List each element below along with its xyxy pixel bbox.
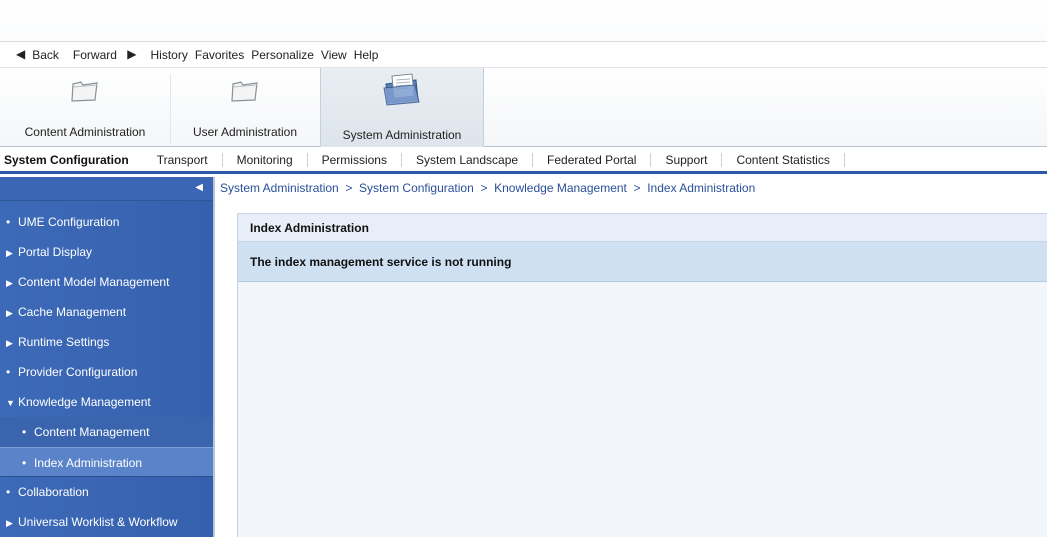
view-menu[interactable]: View [321, 48, 347, 62]
forward-button[interactable]: Forward ▶ [73, 46, 144, 62]
tab-system-configuration[interactable]: System Configuration [0, 153, 143, 167]
nav-item-cache-management[interactable]: ▶ Cache Management [0, 297, 213, 327]
favorites-menu[interactable]: Favorites [195, 48, 244, 62]
nav-item-content-model-management[interactable]: ▶ Content Model Management [0, 267, 213, 297]
personalize-menu[interactable]: Personalize [251, 48, 314, 62]
browser-top-band [0, 0, 1047, 42]
detailed-navigation-panel: ◀ • UME Configuration ▶ Portal Display ▶ Co… [0, 177, 213, 537]
nav-item-knowledge-management[interactable]: ▼ Knowledge Management [0, 387, 213, 417]
documents-folder-icon [382, 72, 422, 109]
back-button[interactable]: ◀ Back [16, 46, 66, 62]
nav-item-index-administration[interactable]: • Index Administration [0, 447, 213, 477]
nav-item-content-management[interactable]: • Content Management [0, 417, 213, 447]
nav-item-collaboration[interactable]: • Collaboration [0, 477, 213, 507]
bullet-icon: • [6, 365, 11, 379]
second-level-navigation: System Configuration Transport Monitorin… [0, 148, 1047, 174]
content-area: Index Administration The index managemen… [237, 213, 1047, 537]
expand-arrow-icon: ▶ [6, 338, 13, 348]
nav-item-ume-configuration[interactable]: • UME Configuration [0, 207, 213, 237]
expand-arrow-icon: ▶ [6, 518, 13, 528]
nav-panel-divider [213, 177, 215, 537]
page-title: Index Administration [238, 214, 1047, 242]
portal-menubar: ◀ Back Forward ▶ History Favorites Person… [0, 42, 1047, 68]
history-menu[interactable]: History [151, 48, 188, 62]
expand-arrow-icon: ▶ [6, 308, 13, 318]
nav-item-universal-worklist-workflow[interactable]: ▶ Universal Worklist & Workflow [0, 507, 213, 537]
tab-system-administration[interactable]: System Administration [320, 68, 484, 147]
expand-arrow-icon: ▶ [6, 278, 13, 288]
tab-support[interactable]: Support [651, 152, 723, 167]
tab-federated-portal[interactable]: Federated Portal [533, 152, 652, 167]
expand-arrow-icon: ▶ [6, 248, 13, 258]
folder-icon [230, 78, 260, 107]
forward-arrow-icon: ▶ [127, 46, 137, 61]
back-arrow-icon: ◀ [16, 46, 26, 61]
top-level-navigation: Content Administration User Administrati… [0, 68, 1047, 147]
bullet-icon: • [22, 425, 27, 439]
tab-transport[interactable]: Transport [143, 152, 223, 167]
help-menu[interactable]: Help [354, 48, 379, 62]
nav-item-runtime-settings[interactable]: ▶ Runtime Settings [0, 327, 213, 357]
collapse-arrow-icon: ▼ [6, 398, 15, 408]
bullet-icon: • [6, 485, 11, 499]
folder-icon [70, 78, 100, 107]
status-message: The index management service is not runn… [238, 242, 1047, 282]
bullet-icon: • [6, 215, 11, 229]
breadcrumb[interactable]: System Administration > System Configura… [220, 181, 755, 195]
tab-content-administration[interactable]: Content Administration [0, 68, 170, 147]
nav-panel-header: ◀ [0, 177, 213, 201]
tab-permissions[interactable]: Permissions [308, 152, 402, 167]
tab-content-statistics[interactable]: Content Statistics [722, 152, 845, 167]
nav-item-portal-display[interactable]: ▶ Portal Display [0, 237, 213, 267]
nav-item-provider-configuration[interactable]: • Provider Configuration [0, 357, 213, 387]
bullet-icon: • [22, 456, 27, 470]
tab-monitoring[interactable]: Monitoring [223, 152, 308, 167]
collapse-panel-icon[interactable]: ◀ [195, 182, 203, 193]
tab-system-landscape[interactable]: System Landscape [402, 152, 534, 167]
tab-user-administration[interactable]: User Administration [171, 68, 319, 147]
